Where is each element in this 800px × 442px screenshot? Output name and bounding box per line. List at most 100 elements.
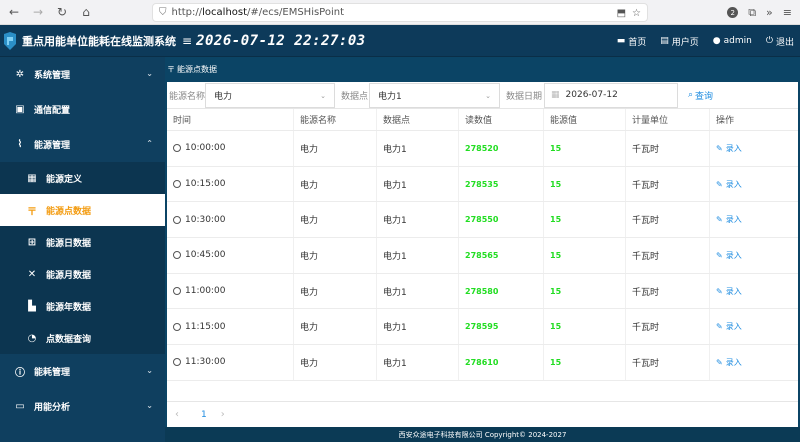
point-cell: 电力1	[376, 345, 458, 380]
paperclip-icon: ⌇	[17, 139, 23, 150]
time-value: 10:15:00	[185, 179, 226, 190]
time-value: 11:15:00	[185, 321, 226, 332]
entry-label: 录入	[725, 250, 742, 260]
date-label: 数据日期	[506, 91, 543, 102]
user-icon: ●	[712, 36, 721, 46]
next-page-button[interactable]: ›	[221, 409, 233, 420]
user-label: admin	[723, 36, 752, 46]
clock-icon	[173, 144, 181, 153]
bookmark-star-icon[interactable]: ☆	[632, 8, 641, 19]
list-icon: ▦	[27, 172, 37, 184]
point-cell: 电力1	[376, 273, 458, 309]
entry-label: 录入	[725, 286, 742, 296]
url-host: localhost	[202, 7, 248, 18]
sidebar-item-label: 能源点数据	[46, 206, 92, 217]
entry-link[interactable]: ✎ 录入	[716, 250, 742, 261]
filter-bar: 能源名称 电力 ⌄ 数据点 电力1 ⌄ 数据日期 ▦ 2026-07-12 ⌕ …	[167, 82, 798, 109]
back-icon[interactable]: ←	[4, 2, 24, 22]
action-cell: ✎ 录入	[709, 309, 798, 345]
chevron-down-icon: ⌄	[146, 69, 153, 78]
sidebar-item-label: 系统管理	[34, 71, 71, 81]
point-cell: 电力1	[376, 166, 458, 202]
forward-icon[interactable]: →	[28, 2, 48, 22]
sidebar-item-system[interactable]: ✲ 系统管理 ⌄	[0, 57, 165, 92]
chevron-down-icon: ⌄	[146, 401, 153, 410]
query-button[interactable]: ⌕ 查询	[688, 89, 713, 102]
breadcrumb-label: 能源点数据	[177, 65, 217, 74]
sidebar-item-day-data[interactable]: ⊞ 能源日数据	[0, 226, 165, 258]
date-picker[interactable]: ▦ 2026-07-12	[544, 82, 678, 108]
point-cell: 电力1	[376, 238, 458, 273]
edit-icon: ✎	[716, 215, 723, 225]
entry-label: 录入	[725, 179, 742, 189]
url-prefix: http://	[171, 7, 203, 18]
overflow-icon[interactable]: »	[766, 6, 773, 19]
action-cell: ✎ 录入	[709, 202, 798, 238]
point-cell: 电力1	[376, 309, 458, 345]
table-row: 10:00:00 电力 电力1 278520 15 千瓦时 ✎ 录入	[167, 131, 798, 167]
consumption-icon: ⓘ	[15, 368, 25, 379]
sidebar-item-label: 用能分析	[34, 403, 71, 413]
entry-link[interactable]: ✎ 录入	[716, 286, 742, 297]
user-menu[interactable]: ● admin	[713, 36, 752, 46]
entry-label: 录入	[725, 143, 742, 153]
energy-value-cell: 15	[543, 309, 625, 345]
sidebar-item-consumption[interactable]: ⓘ 能耗管理 ⌄	[0, 354, 165, 389]
point-data-icon: 〒	[27, 206, 37, 218]
logout-label: 退出	[775, 37, 794, 48]
entry-link[interactable]: ✎ 录入	[716, 357, 742, 368]
col-header: 读数值	[458, 109, 543, 130]
time-cell: 11:15:00	[167, 309, 293, 344]
extension-badge[interactable]: 2	[727, 7, 739, 18]
entry-link[interactable]: ✎ 录入	[716, 321, 742, 332]
shield-icon: ⛉	[159, 7, 167, 18]
day-data-icon: ⊞	[27, 236, 37, 248]
sidebar-item-query[interactable]: ◔ 点数据查询	[0, 322, 165, 354]
energy-value-cell: 15	[543, 131, 625, 166]
reload-icon[interactable]: ↻	[52, 2, 72, 22]
user-page-link[interactable]: ▤ 用户页	[660, 35, 699, 48]
energy-value-cell: 15	[543, 273, 625, 309]
time-cell: 10:30:00	[167, 202, 293, 237]
edit-icon: ✎	[716, 179, 723, 189]
calendar-icon: ▦	[551, 90, 560, 100]
energy-value-cell: 15	[543, 202, 625, 238]
month-data-icon: ✕	[27, 268, 37, 280]
sidebar-item-month-data[interactable]: ✕ 能源月数据	[0, 258, 165, 290]
unit-cell: 千瓦时	[625, 131, 709, 166]
sidebar-item-energy-def[interactable]: ▦ 能源定义	[0, 162, 165, 194]
page-number-current[interactable]: 1	[201, 410, 207, 420]
point-select[interactable]: 电力1 ⌄	[369, 82, 500, 108]
data-table: 时间 能源名称 数据点 读数值 能源值 计量单位 操作 10:00:00 电力 电力…	[167, 109, 798, 401]
sidebar-item-comm[interactable]: ▣ 通信配置	[0, 92, 165, 127]
entry-link[interactable]: ✎ 录入	[716, 179, 742, 190]
extensions-icon[interactable]: ⧉	[748, 6, 756, 20]
download-page-icon[interactable]: ⬒	[617, 8, 626, 19]
logout-link[interactable]: ⏻ 退出	[766, 35, 794, 48]
sidebar-item-point-data[interactable]: 〒 能源点数据	[0, 194, 165, 226]
prev-page-button[interactable]: ‹	[175, 409, 187, 420]
sidebar-item-analysis[interactable]: ▭ 用能分析 ⌄	[0, 389, 165, 424]
address-bar[interactable]: ⛉ http://localhost/#/ecs/EMSHisPoint ⬒ ☆	[152, 3, 648, 22]
entry-label: 录入	[725, 357, 742, 367]
energy-value-cell: 15	[543, 345, 625, 380]
sidebar-item-year-data[interactable]: ▙ 能源年数据	[0, 290, 165, 322]
entry-link[interactable]: ✎ 录入	[716, 214, 742, 225]
menu-icon[interactable]: ≡	[783, 6, 792, 19]
sidebar-item-energy[interactable]: ⌇ 能源管理 ⌃	[0, 127, 165, 162]
home-link[interactable]: ▬ 首页	[617, 35, 647, 48]
point-cell: 电力1	[376, 131, 458, 166]
time-cell: 10:15:00	[167, 167, 293, 202]
energy-value-cell: 15	[543, 166, 625, 202]
energy-name-select[interactable]: 电力 ⌄	[205, 82, 335, 108]
reading-cell: 278520	[458, 131, 543, 166]
col-header: 能源名称	[293, 109, 376, 130]
energy-name-cell: 电力	[293, 131, 376, 166]
home-icon[interactable]: ⌂	[76, 2, 96, 22]
hamburger-icon[interactable]: ≡	[182, 34, 192, 48]
edit-icon: ✎	[716, 322, 723, 332]
time-cell: 10:45:00	[167, 238, 293, 273]
time-value: 10:00:00	[185, 143, 226, 154]
entry-link[interactable]: ✎ 录入	[716, 143, 742, 154]
search-icon: ⌕	[688, 90, 694, 100]
